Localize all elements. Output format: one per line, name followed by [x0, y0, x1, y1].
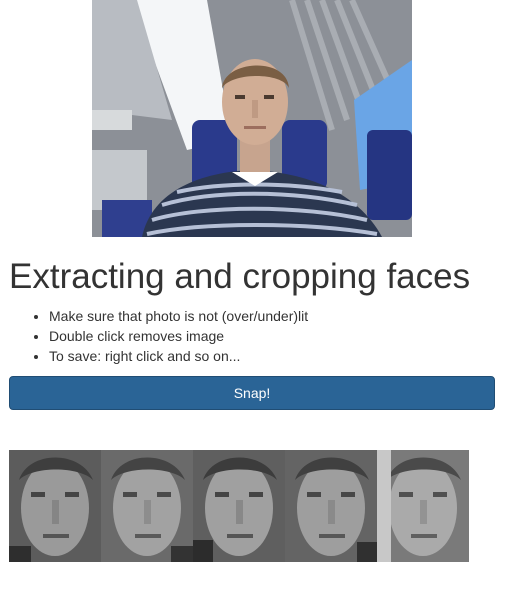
face-image: [101, 450, 193, 562]
face-thumbnail[interactable]: [101, 450, 193, 562]
face-image: [377, 450, 469, 562]
list-item: Make sure that photo is not (over/under)…: [49, 306, 308, 326]
face-image: [193, 450, 285, 562]
face-thumbnail[interactable]: [377, 450, 469, 562]
list-item: To save: right click and so on...: [49, 346, 308, 366]
face-thumbnail[interactable]: [193, 450, 285, 562]
page-title: Extracting and cropping faces: [9, 257, 471, 296]
tips-list: Make sure that photo is not (over/under)…: [9, 306, 308, 366]
face-image: [9, 450, 101, 562]
webcam-preview: [92, 0, 412, 237]
face-thumbnail[interactable]: [9, 450, 101, 562]
snap-button[interactable]: Snap!: [9, 376, 495, 410]
face-thumbnails: [9, 450, 469, 562]
webcam-frame-image: [92, 0, 412, 237]
face-thumbnail[interactable]: [285, 450, 377, 562]
face-image: [285, 450, 377, 562]
list-item: Double click removes image: [49, 326, 308, 346]
